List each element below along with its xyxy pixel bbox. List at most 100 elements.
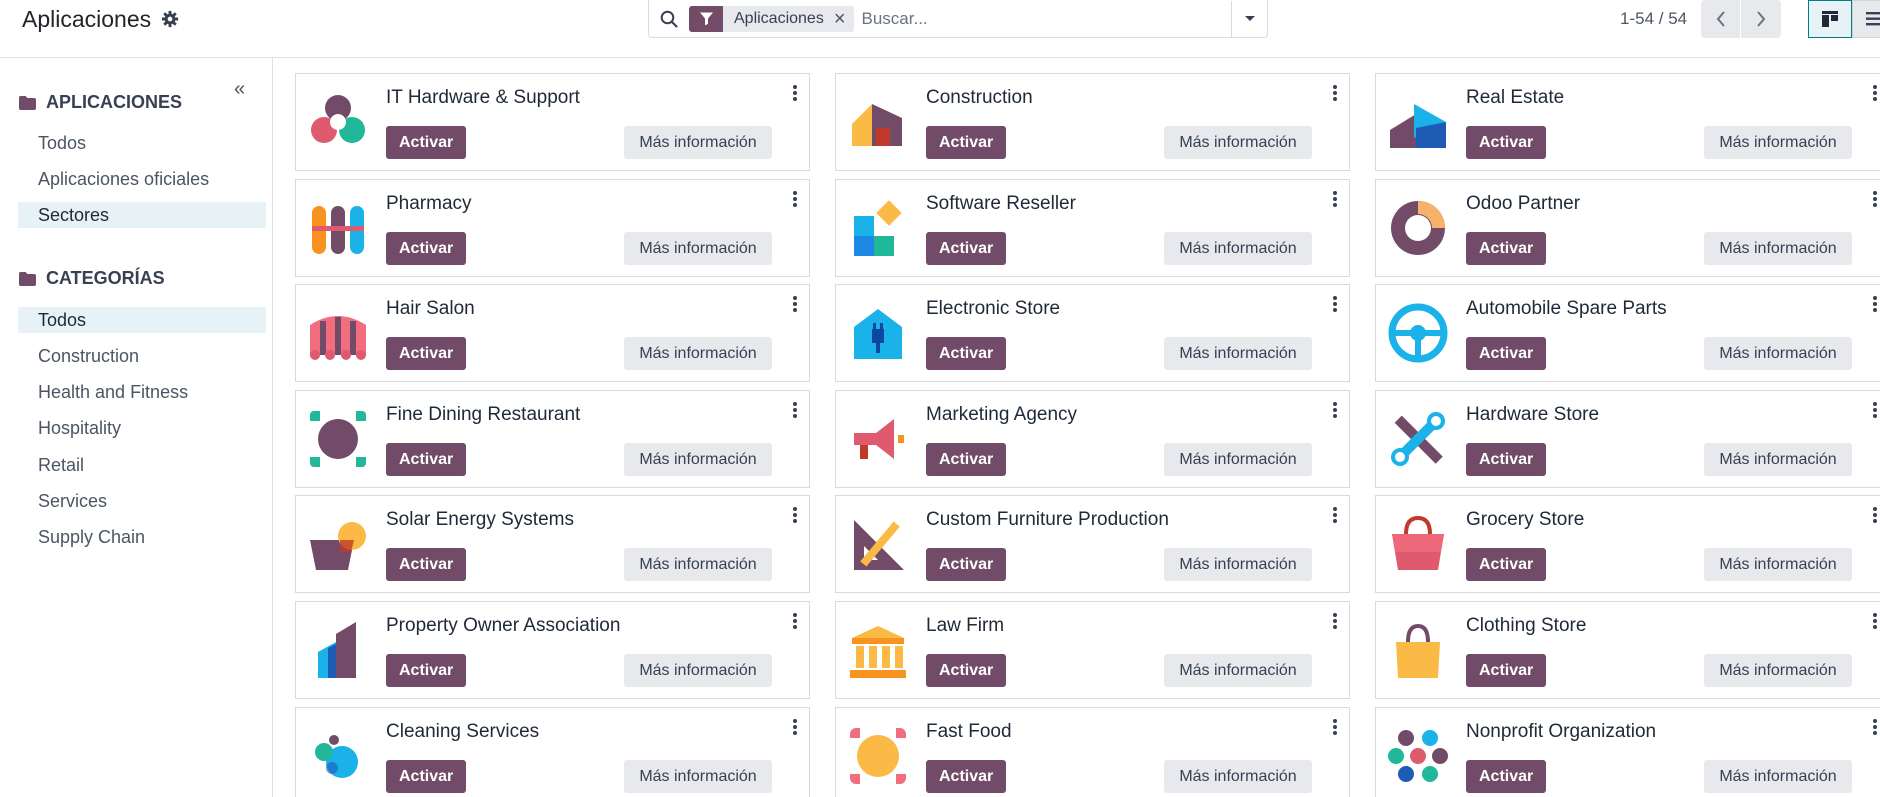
app-card[interactable]: Electronic Store Activar Más información — [835, 284, 1350, 382]
activate-button[interactable]: Activar — [1466, 548, 1547, 581]
kebab-menu-icon[interactable] — [791, 84, 799, 102]
more-info-button[interactable]: Más información — [1704, 654, 1852, 687]
list-view-button[interactable] — [1852, 0, 1880, 38]
sidebar-item-cat-todos[interactable]: Todos — [18, 307, 266, 333]
collapse-sidebar-icon[interactable]: « — [234, 78, 254, 100]
activate-button[interactable]: Activar — [386, 654, 467, 687]
more-info-button[interactable]: Más información — [624, 337, 772, 370]
kebab-menu-icon[interactable] — [791, 295, 799, 313]
pager-value[interactable]: 1-54 / 54 — [1620, 9, 1687, 29]
activate-button[interactable]: Activar — [1466, 126, 1547, 159]
more-info-button[interactable]: Más información — [624, 126, 772, 159]
kebab-menu-icon[interactable] — [1331, 401, 1339, 419]
more-info-button[interactable]: Más información — [1704, 337, 1852, 370]
more-info-button[interactable]: Más información — [624, 548, 772, 581]
activate-button[interactable]: Activar — [926, 443, 1007, 476]
kebab-menu-icon[interactable] — [791, 718, 799, 736]
more-info-button[interactable]: Más información — [1164, 760, 1312, 793]
sidebar-item-supply-chain[interactable]: Supply Chain — [18, 524, 266, 550]
activate-button[interactable]: Activar — [1466, 654, 1547, 687]
kebab-menu-icon[interactable] — [1331, 506, 1339, 524]
app-card[interactable]: Construction Activar Más información — [835, 73, 1350, 171]
app-card[interactable]: IT Hardware & Support Activar Más informac… — [295, 73, 810, 171]
kebab-menu-icon[interactable] — [1871, 84, 1879, 102]
chevron-down-icon[interactable] — [1231, 0, 1267, 37]
sidebar-item-health-fitness[interactable]: Health and Fitness — [18, 379, 266, 405]
kebab-menu-icon[interactable] — [1871, 718, 1879, 736]
more-info-button[interactable]: Más información — [624, 232, 772, 265]
kebab-menu-icon[interactable] — [791, 401, 799, 419]
app-card[interactable]: Fast Food Activar Más información — [835, 707, 1350, 797]
activate-button[interactable]: Activar — [386, 548, 467, 581]
app-card[interactable]: Custom Furniture Production Activar Más in… — [835, 495, 1350, 593]
more-info-button[interactable]: Más información — [624, 654, 772, 687]
activate-button[interactable]: Activar — [926, 126, 1007, 159]
pager-next-button[interactable] — [1741, 0, 1782, 38]
activate-button[interactable]: Activar — [386, 443, 467, 476]
activate-button[interactable]: Activar — [1466, 760, 1547, 793]
app-card[interactable]: Software Reseller Activar Más información — [835, 179, 1350, 277]
kebab-menu-icon[interactable] — [1331, 84, 1339, 102]
kebab-menu-icon[interactable] — [791, 190, 799, 208]
more-info-button[interactable]: Más información — [624, 760, 772, 793]
sidebar-item-services[interactable]: Services — [18, 488, 266, 514]
activate-button[interactable]: Activar — [926, 548, 1007, 581]
more-info-button[interactable]: Más información — [1164, 654, 1312, 687]
kebab-menu-icon[interactable] — [1331, 295, 1339, 313]
sidebar-item-official-apps[interactable]: Aplicaciones oficiales — [18, 166, 266, 192]
more-info-button[interactable]: Más información — [1704, 126, 1852, 159]
app-card[interactable]: Hardware Store Activar Más información — [1375, 390, 1880, 488]
activate-button[interactable]: Activar — [926, 232, 1007, 265]
activate-button[interactable]: Activar — [386, 337, 467, 370]
search-icon[interactable] — [649, 1, 689, 37]
kebab-menu-icon[interactable] — [1871, 190, 1879, 208]
app-card[interactable]: Law Firm Activar Más información — [835, 601, 1350, 699]
kebab-menu-icon[interactable] — [1871, 401, 1879, 419]
sidebar-item-retail[interactable]: Retail — [18, 452, 266, 478]
activate-button[interactable]: Activar — [386, 232, 467, 265]
more-info-button[interactable]: Más información — [1164, 548, 1312, 581]
kebab-menu-icon[interactable] — [1871, 612, 1879, 630]
app-card[interactable]: Cleaning Services Activar Más información — [295, 707, 810, 797]
more-info-button[interactable]: Más información — [1704, 232, 1852, 265]
more-info-button[interactable]: Más información — [1704, 760, 1852, 793]
activate-button[interactable]: Activar — [1466, 443, 1547, 476]
more-info-button[interactable]: Más información — [1164, 126, 1312, 159]
app-card[interactable]: Solar Energy Systems Activar Más informaci… — [295, 495, 810, 593]
activate-button[interactable]: Activar — [386, 760, 467, 793]
activate-button[interactable]: Activar — [926, 654, 1007, 687]
kebab-menu-icon[interactable] — [791, 612, 799, 630]
close-icon[interactable]: × — [834, 9, 854, 29]
kebab-menu-icon[interactable] — [1331, 190, 1339, 208]
app-card[interactable]: Pharmacy Activar Más información — [295, 179, 810, 277]
sidebar-item-todos[interactable]: Todos — [18, 130, 266, 156]
app-card[interactable]: Fine Dining Restaurant Activar Más informa… — [295, 390, 810, 488]
kebab-menu-icon[interactable] — [1871, 506, 1879, 524]
app-card[interactable]: Clothing Store Activar Más información — [1375, 601, 1880, 699]
activate-button[interactable]: Activar — [926, 337, 1007, 370]
more-info-button[interactable]: Más información — [624, 443, 772, 476]
activate-button[interactable]: Activar — [1466, 337, 1547, 370]
app-card[interactable]: Hair Salon Activar Más información — [295, 284, 810, 382]
app-card[interactable]: Grocery Store Activar Más información — [1375, 495, 1880, 593]
kebab-menu-icon[interactable] — [1871, 295, 1879, 313]
more-info-button[interactable]: Más información — [1704, 443, 1852, 476]
kanban-view-button[interactable] — [1808, 0, 1852, 38]
more-info-button[interactable]: Más información — [1164, 443, 1312, 476]
more-info-button[interactable]: Más información — [1704, 548, 1852, 581]
app-card[interactable]: Property Owner Association Activar Más inf… — [295, 601, 810, 699]
more-info-button[interactable]: Más información — [1164, 232, 1312, 265]
pager-previous-button[interactable] — [1701, 0, 1742, 38]
sidebar-item-hospitality[interactable]: Hospitality — [18, 415, 266, 441]
activate-button[interactable]: Activar — [926, 760, 1007, 793]
gear-icon[interactable] — [161, 10, 179, 28]
activate-button[interactable]: Activar — [386, 126, 467, 159]
kebab-menu-icon[interactable] — [1331, 612, 1339, 630]
app-card[interactable]: Nonprofit Organization Activar Más informa… — [1375, 707, 1880, 797]
app-card[interactable]: Marketing Agency Activar Más información — [835, 390, 1350, 488]
kebab-menu-icon[interactable] — [791, 506, 799, 524]
app-card[interactable]: Automobile Spare Parts Activar Más informa… — [1375, 284, 1880, 382]
sidebar-item-construction[interactable]: Construction — [18, 343, 266, 369]
kebab-menu-icon[interactable] — [1331, 718, 1339, 736]
app-card[interactable]: Real Estate Activar Más información — [1375, 73, 1880, 171]
